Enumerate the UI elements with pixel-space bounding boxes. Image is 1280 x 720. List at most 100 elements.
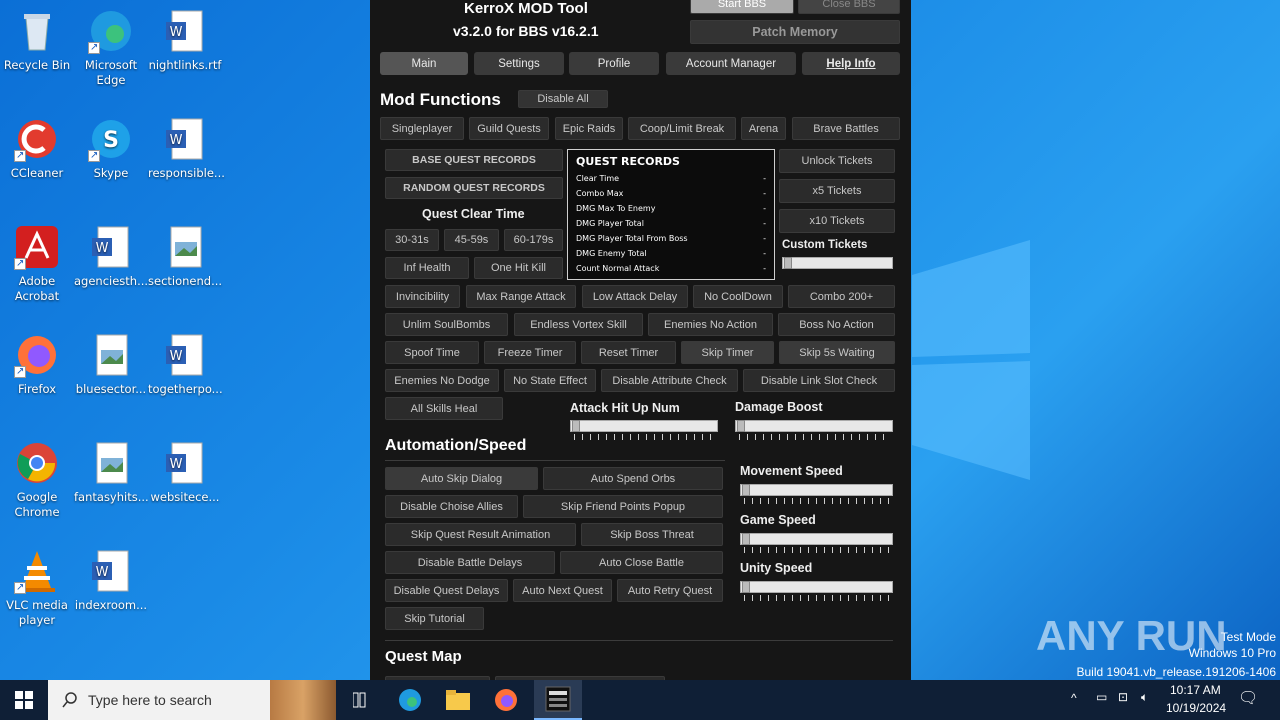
taskbar-search-box[interactable]: Type here to search — [48, 680, 336, 720]
record-name: DMG Max To Enemy — [576, 204, 656, 213]
desktop-icon-edge[interactable]: Microsoft Edge — [74, 8, 148, 88]
desktop-icon-nightlinks[interactable]: W nightlinks.rtf — [148, 8, 222, 73]
mode-tab-guild-quests[interactable]: Guild Quests — [469, 117, 549, 140]
disable-attribute-check-button[interactable]: Disable Attribute Check — [601, 369, 738, 392]
patch-memory-button[interactable]: Patch Memory — [690, 20, 900, 44]
skip-quest-result-animation-button[interactable]: Skip Quest Result Animation — [385, 523, 576, 546]
tab-main[interactable]: Main — [380, 52, 468, 75]
desktop-icon-agenciesth[interactable]: W agenciesth... — [74, 224, 148, 289]
clear-time-60-179s-button[interactable]: 60-179s — [504, 229, 563, 251]
volume-icon[interactable]: 🔈︎ — [1141, 690, 1148, 705]
no-state-effect-button[interactable]: No State Effect — [504, 369, 596, 392]
unlim-soulbombs-button[interactable]: Unlim SoulBombs — [385, 313, 508, 336]
taskbar-date[interactable]: 10/19/2024 — [1166, 701, 1226, 715]
skip-5s-waiting-button[interactable]: Skip 5s Waiting — [779, 341, 895, 364]
spoof-time-button[interactable]: Spoof Time — [385, 341, 479, 364]
desktop-icon-indexroom[interactable]: W indexroom... — [74, 548, 148, 613]
unlock-tickets-button[interactable]: Unlock Tickets — [779, 149, 895, 173]
desktop-icon-skype[interactable]: S Skype — [74, 116, 148, 181]
disable-battle-delays-button[interactable]: Disable Battle Delays — [385, 551, 555, 574]
clear-time-30-31s-button[interactable]: 30-31s — [385, 229, 439, 251]
start-button[interactable] — [0, 680, 48, 720]
skip-friend-points-popup-button[interactable]: Skip Friend Points Popup — [523, 495, 723, 518]
clear-time-45-59s-button[interactable]: 45-59s — [444, 229, 499, 251]
desktop-icon-firefox[interactable]: Firefox — [0, 332, 74, 397]
slider-thumb[interactable] — [572, 420, 580, 432]
reset-timer-button[interactable]: Reset Timer — [581, 341, 676, 364]
mode-tab-coop-limit-break[interactable]: Coop/Limit Break — [628, 117, 736, 140]
tab-account-manager[interactable]: Account Manager — [666, 52, 796, 75]
desktop-icon-responsible[interactable]: W responsible... — [148, 116, 225, 181]
mode-tab-singleplayer[interactable]: Singleplayer — [380, 117, 464, 140]
desktop-icon-bluesector[interactable]: bluesector... — [74, 332, 148, 397]
taskbar-time[interactable]: 10:17 AM — [1170, 683, 1221, 697]
desktop-icon-togetherpo[interactable]: W togetherpo... — [148, 332, 223, 397]
taskbar-firefox[interactable] — [482, 680, 530, 720]
skip-boss-threat-button[interactable]: Skip Boss Threat — [581, 523, 723, 546]
auto-close-battle-button[interactable]: Auto Close Battle — [560, 551, 723, 574]
base-quest-records-button[interactable]: BASE QUEST RECORDS — [385, 149, 563, 171]
desktop-icon-google-chrome[interactable]: Google Chrome — [0, 440, 74, 520]
desktop-icon-vlc[interactable]: VLC media player — [0, 548, 74, 628]
tab-settings[interactable]: Settings — [474, 52, 564, 75]
desktop-icon-adobe-acrobat[interactable]: Adobe Acrobat — [0, 224, 74, 304]
disable-all-button[interactable]: Disable All — [518, 90, 608, 108]
tab-help-info[interactable]: Help Info — [802, 52, 900, 75]
desktop-icon-sectionend[interactable]: sectionend... — [148, 224, 222, 289]
mode-tab-brave-battles[interactable]: Brave Battles — [792, 117, 900, 140]
task-view-button[interactable] — [338, 680, 386, 720]
max-range-attack-button[interactable]: Max Range Attack — [466, 285, 576, 308]
disable-choise-allies-button[interactable]: Disable Choise Allies — [385, 495, 518, 518]
show-hidden-icons-chevron[interactable]: ^ — [1071, 691, 1077, 705]
slider-thumb[interactable] — [737, 420, 745, 432]
desktop-icon-fantasyhits[interactable]: fantasyhits... — [74, 440, 149, 505]
desktop-icon-recycle-bin[interactable]: Recycle Bin — [0, 8, 74, 73]
mode-tab-arena[interactable]: Arena — [741, 117, 786, 140]
slider-thumb[interactable] — [742, 533, 750, 545]
skip-timer-button[interactable]: Skip Timer — [681, 341, 774, 364]
unity-speed-slider[interactable] — [740, 581, 893, 593]
slider-thumb[interactable] — [784, 257, 792, 269]
combo-200-button[interactable]: Combo 200+ — [788, 285, 895, 308]
auto-spend-orbs-button[interactable]: Auto Spend Orbs — [543, 467, 723, 490]
custom-tickets-slider[interactable] — [782, 257, 893, 269]
mode-tab-epic-raids[interactable]: Epic Raids — [555, 117, 623, 140]
disable-quest-delays-button[interactable]: Disable Quest Delays — [385, 579, 508, 602]
enemies-no-dodge-button[interactable]: Enemies No Dodge — [385, 369, 499, 392]
notifications-icon[interactable]: 🗨︎ — [1238, 688, 1258, 708]
all-skills-heal-button[interactable]: All Skills Heal — [385, 397, 503, 420]
random-quest-records-button[interactable]: RANDOM QUEST RECORDS — [385, 177, 563, 199]
network-icon[interactable]: ▭ — [1096, 690, 1107, 704]
invincibility-button[interactable]: Invincibility — [385, 285, 460, 308]
start-bbs-button[interactable]: Start BBS — [690, 0, 794, 14]
desktop-icon-ccleaner[interactable]: CCleaner — [0, 116, 74, 181]
one-hit-kill-button[interactable]: One Hit Kill — [474, 257, 563, 279]
endless-vortex-skill-button[interactable]: Endless Vortex Skill — [514, 313, 643, 336]
inf-health-button[interactable]: Inf Health — [385, 257, 469, 279]
enemies-no-action-button[interactable]: Enemies No Action — [648, 313, 773, 336]
auto-skip-dialog-button[interactable]: Auto Skip Dialog — [385, 467, 538, 490]
no-cooldown-button[interactable]: No CoolDown — [693, 285, 783, 308]
taskbar-edge[interactable] — [386, 680, 434, 720]
boss-no-action-button[interactable]: Boss No Action — [778, 313, 895, 336]
movement-speed-slider[interactable] — [740, 484, 893, 496]
low-attack-delay-button[interactable]: Low Attack Delay — [582, 285, 688, 308]
disable-link-slot-check-button[interactable]: Disable Link Slot Check — [743, 369, 895, 392]
game-speed-slider[interactable] — [740, 533, 893, 545]
close-bbs-button[interactable]: Close BBS — [798, 0, 900, 14]
x10-tickets-button[interactable]: x10 Tickets — [779, 209, 895, 233]
slider-thumb[interactable] — [742, 484, 750, 496]
slider-thumb[interactable] — [742, 581, 750, 593]
damage-boost-slider[interactable] — [735, 420, 893, 432]
taskbar-file-explorer[interactable] — [434, 680, 482, 720]
auto-next-quest-button[interactable]: Auto Next Quest — [513, 579, 612, 602]
auto-retry-quest-button[interactable]: Auto Retry Quest — [617, 579, 723, 602]
freeze-timer-button[interactable]: Freeze Timer — [484, 341, 576, 364]
network-wired-icon[interactable]: ⊡ — [1118, 690, 1128, 704]
taskbar-kerrox-mod-tool[interactable] — [534, 680, 582, 720]
skip-tutorial-button[interactable]: Skip Tutorial — [385, 607, 484, 630]
x5-tickets-button[interactable]: x5 Tickets — [779, 179, 895, 203]
tab-profile[interactable]: Profile — [569, 52, 659, 75]
desktop-icon-websitece[interactable]: W websitece... — [148, 440, 222, 505]
attack-hit-up-num-slider[interactable] — [570, 420, 718, 432]
